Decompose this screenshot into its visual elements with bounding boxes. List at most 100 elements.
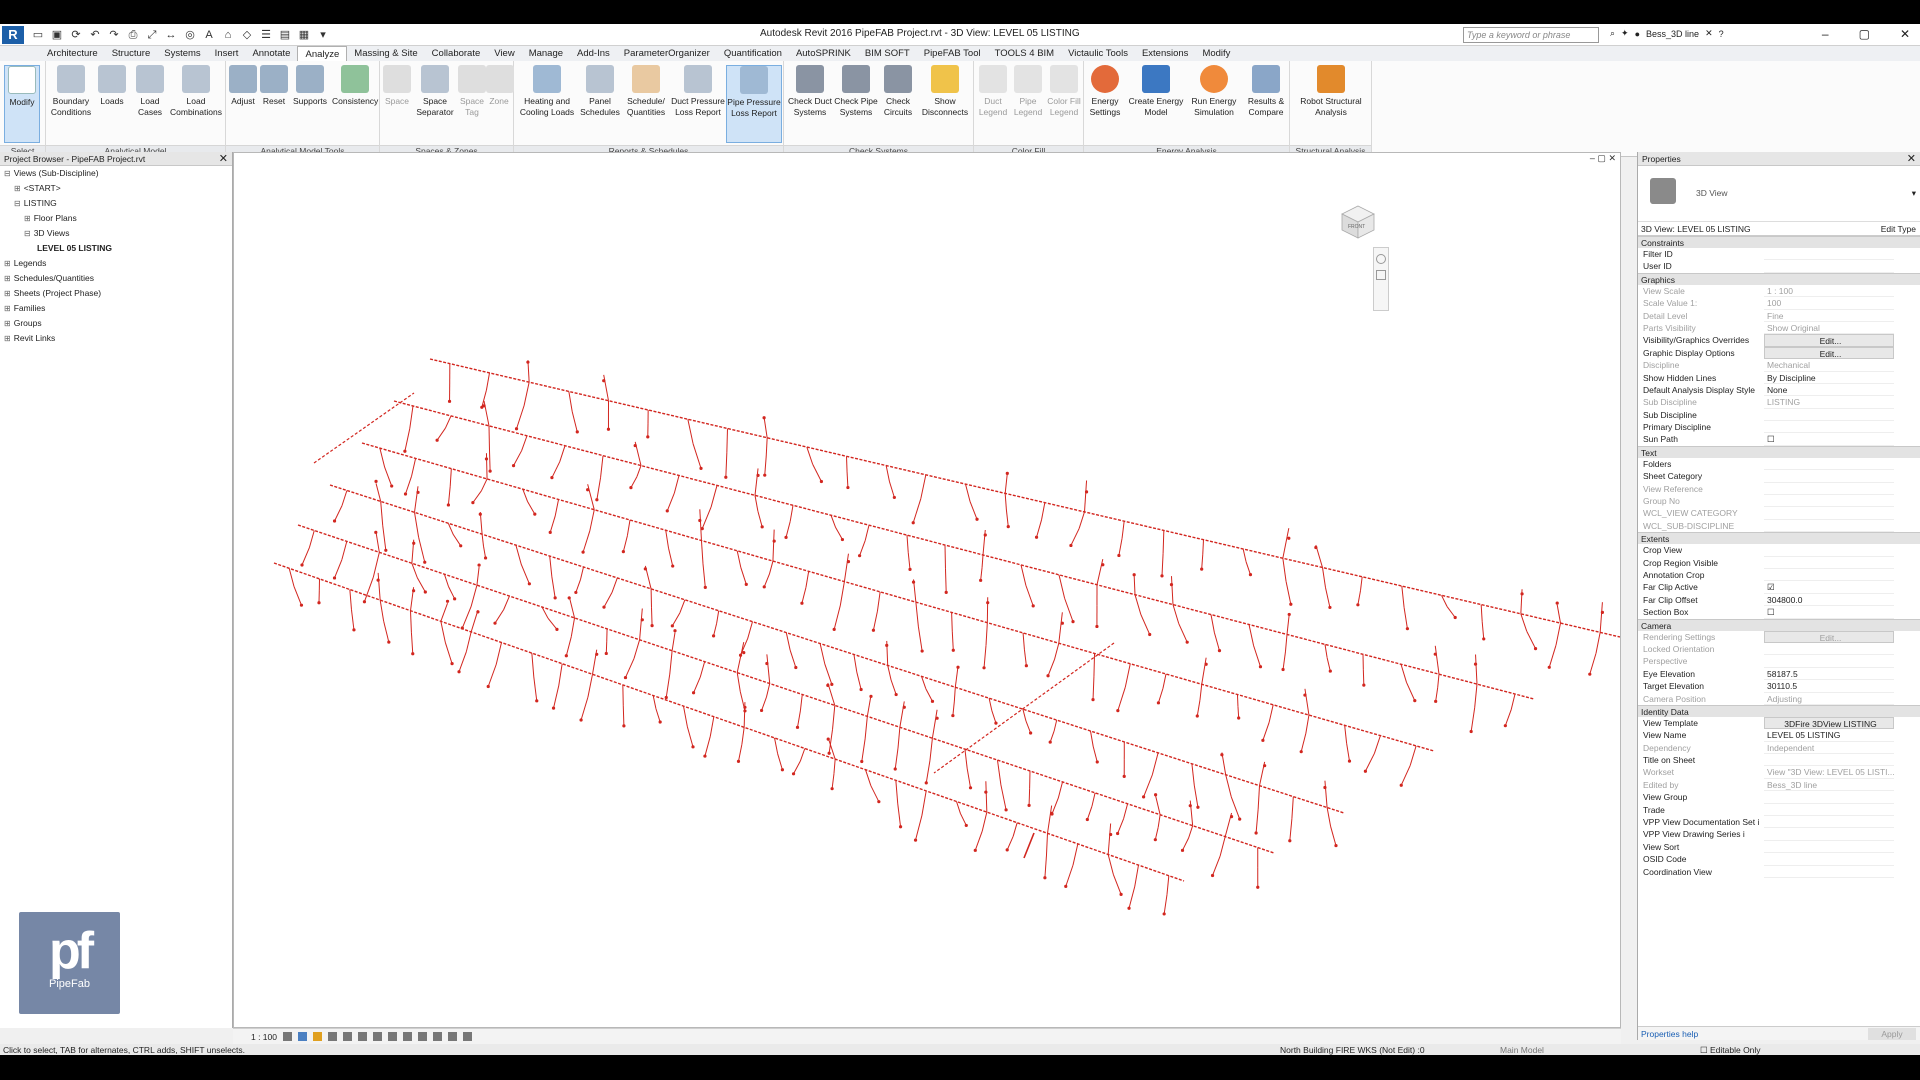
pipe-branch[interactable] [741,727,745,745]
pipe-branch[interactable] [897,803,902,827]
measure-icon[interactable]: ⤢ [144,27,160,43]
sprinkler-head[interactable] [744,582,748,586]
sprinkler-head[interactable] [671,564,675,568]
sprinkler-head[interactable] [445,599,450,603]
sprinkler-head[interactable] [435,438,439,442]
sprinkler-head[interactable] [780,768,785,772]
pipe-riser[interactable] [1556,604,1561,624]
pipe-cross-main[interactable] [933,642,1115,774]
sprinkler-head[interactable] [846,485,850,490]
pipe-branch[interactable] [1595,632,1601,654]
pipe-branch[interactable] [951,631,954,651]
pipe-branch[interactable] [611,577,618,593]
pipe-riser[interactable] [1133,575,1136,595]
sprinkler-head[interactable] [791,772,796,776]
sprinkler-head[interactable] [511,463,516,468]
pipe-branch[interactable] [1253,645,1261,667]
pipe-branch[interactable] [1022,632,1025,650]
pipe-riser[interactable] [772,529,775,562]
editable-only-checkbox[interactable]: ☐ Editable Only [1700,1044,1761,1055]
search-input[interactable]: Type a keyword or phrase [1463,27,1599,43]
sprinkler-head[interactable] [1024,664,1028,668]
pipe-branch[interactable] [859,540,866,556]
sprinkler-head[interactable] [924,781,928,785]
design-option-selector[interactable]: Main Model [1500,1044,1544,1055]
pipe-branch[interactable] [1107,854,1114,875]
space-button[interactable]: Space [382,65,412,143]
sun-path-icon[interactable] [313,1032,322,1041]
property-value[interactable]: 1 : 100 [1764,285,1894,298]
sprinkler-head[interactable] [930,699,935,703]
pipe-branch[interactable] [1199,684,1203,701]
pipe-branch[interactable] [1154,827,1159,840]
pipe-branch[interactable] [830,515,837,528]
sprinkler-head[interactable] [857,554,862,558]
pipe-branch[interactable] [925,760,931,783]
duct-pressure-loss-report-button[interactable]: Duct Pressure Loss Report [670,65,726,143]
pipe-branch[interactable] [805,571,810,588]
pipe-branch[interactable] [1441,595,1448,607]
sprinkler-head[interactable] [488,469,492,473]
pipe-branch[interactable] [626,519,631,536]
sprinkler-head[interactable] [979,578,983,582]
sprinkler-head[interactable] [447,399,452,403]
pipe-riser[interactable] [763,417,768,438]
load-combinations-button[interactable]: Load Combinations [170,65,222,143]
sprinkler-head[interactable] [1254,831,1258,835]
pipe-branch[interactable] [888,481,895,498]
pipe-branch[interactable] [1000,784,1007,810]
pipe-branch[interactable] [699,661,706,678]
sprinkler-head[interactable] [555,627,559,631]
help-icon[interactable]: ? [1719,29,1724,39]
pipe-branch[interactable] [1012,822,1018,837]
pipe-branch[interactable] [652,695,657,709]
pipe-riser[interactable] [985,781,988,813]
pipe-branch[interactable] [1188,825,1194,839]
navigation-bar[interactable] [1373,247,1389,311]
pipe-riser[interactable] [1475,654,1478,685]
pipe-branch[interactable] [380,501,384,526]
results-compare-button[interactable]: Results & Compare [1244,65,1288,143]
pipe-branch[interactable] [912,498,922,523]
sprinkler-head[interactable] [892,495,896,500]
pipe-branch[interactable] [1163,894,1168,915]
pipe-branch[interactable] [952,701,955,716]
pipe-branch[interactable] [846,456,848,472]
pipe-branch[interactable] [549,515,556,533]
property-edit-button[interactable]: 3DFire 3DView LISTING [1764,716,1894,730]
pipe-branch[interactable] [985,622,988,646]
sprinkler-head[interactable] [1503,724,1507,728]
sprinkler-head[interactable] [527,582,531,586]
sprinkler-head[interactable] [411,652,415,656]
pipe-branch[interactable] [461,606,472,629]
property-value[interactable]: Bess_3D line [1764,779,1894,792]
pipe-branch[interactable] [832,705,836,730]
sprinkler-head[interactable] [459,544,463,548]
sprinkler-head[interactable] [493,621,497,625]
pipe-branch[interactable] [876,591,881,612]
tree-toggle-icon[interactable]: ⊞ [14,184,21,193]
sprinkler-head[interactable] [893,767,897,771]
pipe-branch[interactable] [480,478,488,491]
pipe-branch[interactable] [683,706,688,727]
pipe-riser[interactable] [470,610,479,633]
property-value[interactable] [1764,816,1894,829]
pipe-branch[interactable] [1091,792,1096,807]
pipe-branch[interactable] [565,636,572,656]
sprinkler-head[interactable] [846,560,851,564]
pipe-branch[interactable] [440,621,446,643]
sprinkler-head[interactable] [595,652,599,656]
tab-architecture[interactable]: Architecture [40,46,105,61]
binoculars-icon[interactable]: ⌕ [1610,28,1615,39]
pipe-branch[interactable] [959,813,967,826]
pipe-riser[interactable] [954,666,959,688]
sprinkler-head[interactable] [1334,843,1338,848]
pipe-branch[interactable] [1193,785,1199,808]
pipe-branch[interactable] [1070,528,1080,546]
temporary-hide-icon[interactable] [403,1032,412,1041]
sprinkler-head[interactable] [760,708,764,713]
sprinkler-head[interactable] [673,629,677,633]
pipe-branch[interactable] [589,509,595,532]
sprinkler-head[interactable] [629,485,633,490]
property-value[interactable] [1764,655,1894,668]
